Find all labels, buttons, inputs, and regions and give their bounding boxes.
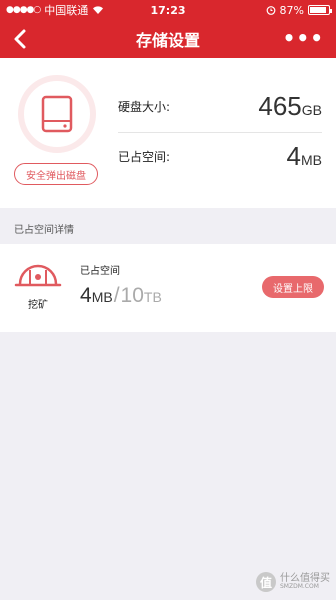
disk-summary-card: 安全弹出磁盘 硬盘大小: 465GB 已占空间: 4MB [0, 58, 336, 208]
watermark-logo: 值 [256, 572, 276, 592]
usage-detail-card: 挖矿 已占空间 4 MB / 10 TB 设置上限 [0, 244, 336, 332]
page-title: 存储设置 [135, 31, 200, 50]
watermark-line2: SMZDM.COM [280, 583, 319, 590]
disk-size-value: 465 [258, 90, 302, 121]
signal-strength-icon: ●●●●○ [6, 5, 41, 15]
nav-bar: 存储设置 ••• [0, 20, 336, 58]
battery-percent: 87% [279, 3, 304, 17]
usage-separator: / [113, 284, 120, 307]
hard-disk-icon [41, 95, 73, 133]
limit-unit: TB [143, 289, 162, 305]
watermark: 值 什么值得买 SMZDM.COM [256, 572, 330, 592]
used-value: 4 [80, 284, 92, 307]
carrier-name: 中国联通 [44, 4, 89, 17]
disk-size-unit: GB [301, 101, 322, 118]
used-unit: MB [91, 289, 113, 305]
chevron-left-icon[interactable] [10, 28, 32, 50]
set-limit-button[interactable]: 设置上限 [262, 276, 324, 298]
battery-level [310, 7, 326, 13]
used-space-label: 已占空间: [118, 149, 171, 164]
watermark-text: 什么值得买 SMZDM.COM [280, 574, 330, 590]
usage-readout: 4 MB / 10 TB [80, 284, 162, 308]
disk-size-label: 硬盘大小: [118, 99, 171, 114]
mining-label: 挖矿 [28, 300, 48, 311]
status-left: ●●●●○ 中国联通 [6, 2, 266, 18]
section-header-usage-details: 已占空间详情 [14, 225, 74, 236]
status-right: 87% [266, 3, 332, 17]
used-space-unit: MB [301, 151, 322, 168]
more-dots-icon[interactable]: ••• [283, 26, 324, 50]
status-bar: ●●●●○ 中国联通 17:23 87% [0, 0, 336, 20]
limit-value: 10 [120, 284, 144, 307]
disk-icon-ring [18, 75, 96, 153]
disk-size-row: 硬盘大小: 465GB [118, 88, 322, 124]
row-divider [118, 132, 322, 133]
mining-helmet-icon [14, 264, 62, 287]
item-used-space-label: 已占空间 [80, 266, 120, 277]
battery-icon [308, 5, 332, 15]
used-space-row: 已占空间: 4MB [118, 138, 322, 174]
wifi-icon [93, 6, 104, 14]
used-space-value-group: 4MB [287, 141, 322, 172]
used-space-value: 4 [286, 140, 301, 171]
eject-disk-button[interactable]: 安全弹出磁盘 [14, 163, 98, 185]
disk-size-value-group: 465GB [258, 91, 322, 122]
alarm-icon [266, 6, 275, 15]
